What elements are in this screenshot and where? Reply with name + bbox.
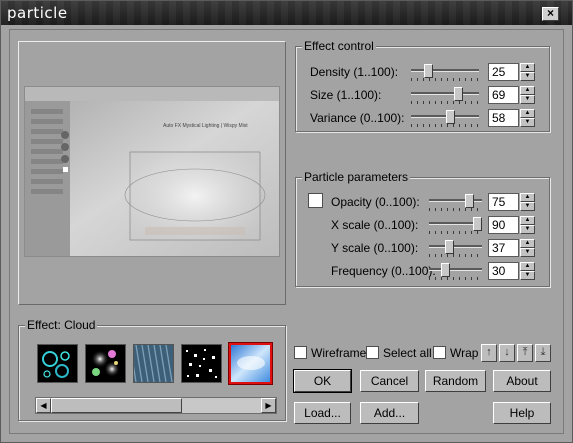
opacity-input[interactable]: 75 (488, 193, 519, 211)
ok-button[interactable]: OK (293, 369, 352, 393)
y-scale-slider[interactable] (429, 240, 482, 258)
select-all-label: Select all (383, 346, 432, 360)
frequency-slider[interactable] (429, 263, 482, 281)
size-stepper[interactable]: ▲ ▼ (520, 86, 535, 104)
y-scale-label: Y scale (0..100): (331, 241, 419, 255)
density-stepper[interactable]: ▲ ▼ (520, 63, 535, 81)
slider-thumb[interactable] (444, 240, 454, 254)
slider-thumb[interactable] (446, 110, 456, 124)
load-button[interactable]: Load... (294, 402, 351, 424)
slider-thumb[interactable] (472, 217, 482, 231)
preview-caption: Auto FX Mystical Lighting | Wispy Mist (163, 123, 248, 129)
effect-legend: Effect: Cloud (25, 318, 98, 332)
glow-orbs-preset[interactable] (85, 344, 126, 383)
opacity-slider[interactable] (429, 194, 482, 212)
slider-thumb[interactable] (424, 64, 433, 78)
arrow-down-icon[interactable]: ↓ (499, 344, 515, 362)
slider-thumb[interactable] (464, 194, 474, 208)
wireframe-label: Wireframe (311, 346, 367, 360)
density-label: Density (1..100): (310, 65, 399, 79)
bubbles-preset[interactable] (37, 344, 78, 383)
add-button[interactable]: Add... (360, 402, 419, 424)
x-scale-label: X scale (0..100): (331, 218, 419, 232)
slider-thumb[interactable] (453, 87, 463, 101)
preview-image: Auto FX Mystical Lighting | Wispy Mist (24, 86, 280, 257)
wrap-label: Wrap (450, 346, 479, 360)
arrow-up-icon[interactable]: ↑ (481, 344, 497, 362)
title-bar[interactable]: particle × (1, 1, 572, 25)
stars-preset[interactable] (181, 344, 222, 383)
frequency-stepper[interactable]: ▲ ▼ (520, 262, 535, 280)
density-input[interactable]: 25 (488, 63, 519, 81)
size-label: Size (1..100): (310, 88, 382, 102)
density-slider[interactable] (411, 64, 479, 82)
x-scale-slider[interactable] (429, 217, 482, 235)
effect-control-legend: Effect control (302, 39, 376, 53)
frequency-input[interactable]: 30 (488, 262, 519, 280)
effect-scrollbar[interactable]: ◀ ▶ (35, 397, 277, 414)
window-title: particle (7, 4, 68, 22)
scroll-right-icon[interactable]: ▶ (261, 398, 276, 413)
variance-label: Variance (0..100): (310, 111, 405, 125)
cloud-preset[interactable] (228, 342, 273, 385)
scroll-thumb[interactable] (51, 398, 182, 413)
rain-preset[interactable] (129, 344, 174, 383)
move-bottom-icon[interactable]: ⤓ (535, 344, 551, 362)
variance-stepper[interactable]: ▲ ▼ (520, 109, 535, 127)
move-top-icon[interactable]: ⤒ (517, 344, 533, 362)
x-scale-stepper[interactable]: ▲ ▼ (520, 216, 535, 234)
about-button[interactable]: About (493, 370, 551, 392)
wireframe-checkbox[interactable] (294, 346, 307, 359)
particle-dialog: particle × Auto FX Mystical Lighting | W… (0, 0, 573, 443)
frequency-label: Frequency (0..100): (331, 264, 436, 278)
opacity-label: Opacity (0..100): (331, 195, 420, 209)
opacity-stepper[interactable]: ▲ ▼ (520, 193, 535, 211)
variance-input[interactable]: 58 (488, 109, 519, 127)
size-slider[interactable] (411, 87, 479, 105)
y-scale-input[interactable]: 37 (488, 239, 519, 257)
y-scale-stepper[interactable]: ▲ ▼ (520, 239, 535, 257)
scroll-left-icon[interactable]: ◀ (36, 398, 51, 413)
select-all-checkbox[interactable] (366, 346, 379, 359)
opacity-checkbox[interactable] (308, 193, 323, 208)
close-icon[interactable]: × (542, 7, 559, 21)
x-scale-input[interactable]: 90 (488, 216, 519, 234)
help-button[interactable]: Help (493, 402, 551, 424)
variance-slider[interactable] (411, 110, 479, 128)
slider-thumb[interactable] (440, 263, 450, 277)
size-input[interactable]: 69 (488, 86, 519, 104)
particle-parameters-legend: Particle parameters (302, 170, 411, 184)
random-button[interactable]: Random (425, 370, 486, 392)
wrap-checkbox[interactable] (433, 346, 446, 359)
cancel-button[interactable]: Cancel (360, 370, 419, 392)
